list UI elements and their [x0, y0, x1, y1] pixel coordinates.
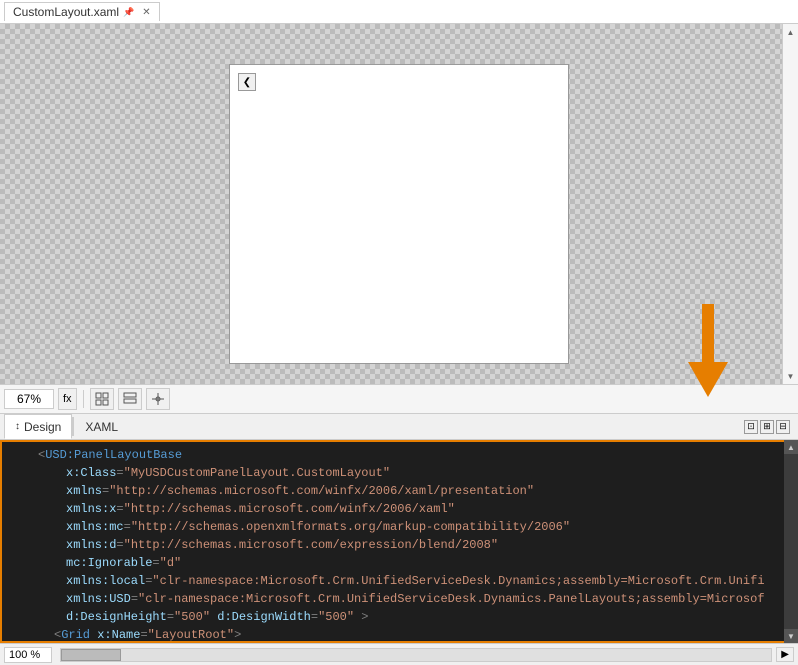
code-line-10: d:DesignHeight="500" d:DesignWidth="500"…: [2, 608, 780, 626]
grid1-icon: [95, 392, 109, 406]
code-scroll-up[interactable]: ▲: [784, 440, 798, 454]
code-scroll-down[interactable]: ▼: [784, 629, 798, 643]
bottom-scroll-right-arrow[interactable]: ▶: [776, 647, 794, 662]
design-area: ❮: [0, 24, 798, 384]
grid2-icon: [123, 392, 137, 406]
line-number: [18, 572, 42, 590]
snap-icon: [151, 392, 165, 406]
arrow-annotation: [688, 304, 728, 397]
grid-view-button-2[interactable]: [118, 388, 142, 410]
code-scrollbar[interactable]: ▲ ▼: [784, 440, 798, 643]
code-panel-wrapper: <USD:PanelLayoutBase x:Class="MyUSDCusto…: [0, 440, 798, 643]
scroll-up-arrow[interactable]: ▲: [785, 26, 797, 38]
design-tab-arrow-icon: ↕: [15, 421, 20, 432]
fx-button[interactable]: fx: [58, 388, 77, 410]
scroll-down-arrow[interactable]: ▼: [785, 370, 797, 382]
code-line-3: xmlns="http://schemas.microsoft.com/winf…: [2, 482, 780, 500]
line-number: [18, 536, 42, 554]
code-line-6: xmlns:d="http://schemas.microsoft.com/ex…: [2, 536, 780, 554]
line-number: [18, 590, 42, 608]
bottom-scroll-thumb[interactable]: [61, 649, 121, 661]
code-panel[interactable]: <USD:PanelLayoutBase x:Class="MyUSDCusto…: [0, 440, 798, 643]
bottom-bar: 100 % ▶: [0, 643, 798, 665]
snap-button[interactable]: [146, 388, 170, 410]
code-line-11: <Grid x:Name="LayoutRoot">: [2, 626, 780, 643]
line-number: [18, 482, 42, 500]
line-number: [6, 626, 30, 643]
tab-pin-icon: 📌: [123, 7, 134, 18]
grid-view-button-1[interactable]: [90, 388, 114, 410]
toolbar-separator-1: [83, 390, 84, 408]
line-number: [18, 500, 42, 518]
toolbar: 67% fx: [0, 384, 798, 414]
view-tabs: ↕ Design XAML ⊡ ⊞ ⊟: [0, 414, 798, 440]
code-line-9: xmlns:USD="clr-namespace:Microsoft.Crm.U…: [2, 590, 780, 608]
line-number: [18, 554, 42, 572]
file-tab[interactable]: CustomLayout.xaml 📌 ✕: [4, 2, 160, 21]
main-container: ❮ ▲ ▼ 67% fx: [0, 24, 798, 665]
design-tab-label: Design: [24, 420, 61, 434]
tab-label: CustomLayout.xaml: [13, 5, 119, 19]
code-line-1: <USD:PanelLayoutBase: [2, 446, 780, 464]
code-line-4: xmlns:x="http://schemas.microsoft.com/wi…: [2, 500, 780, 518]
title-bar: CustomLayout.xaml 📌 ✕: [0, 0, 798, 24]
expand-button-2[interactable]: ⊞: [760, 420, 774, 434]
line-number: [18, 518, 42, 536]
line-number: [6, 446, 30, 464]
canvas-collapse-button[interactable]: ❮: [238, 73, 256, 91]
expand-button-1[interactable]: ⊡: [744, 420, 758, 434]
tab-xaml[interactable]: XAML: [74, 414, 129, 439]
code-line-5: xmlns:mc="http://schemas.openxmlformats.…: [2, 518, 780, 536]
tab-design[interactable]: ↕ Design: [4, 414, 72, 439]
code-line-2: x:Class="MyUSDCustomPanelLayout.CustomLa…: [2, 464, 780, 482]
design-wrapper: ❮ ▲ ▼: [0, 24, 798, 384]
design-scrollbar[interactable]: ▲ ▼: [782, 24, 798, 384]
code-line-8: xmlns:local="clr-namespace:Microsoft.Crm…: [2, 572, 780, 590]
tab-close-icon[interactable]: ✕: [142, 7, 150, 18]
xaml-tab-label: XAML: [85, 420, 118, 434]
bottom-zoom-input[interactable]: 100 %: [4, 647, 52, 663]
canvas-frame: ❮: [229, 64, 569, 364]
code-line-7: mc:Ignorable="d": [2, 554, 780, 572]
expand-button-3[interactable]: ⊟: [776, 420, 790, 434]
zoom-input[interactable]: 67%: [4, 389, 54, 409]
code-scroll-track: [784, 454, 798, 629]
arrow-shaft: [702, 304, 714, 364]
bottom-scrollbar[interactable]: [60, 648, 772, 662]
line-number: [18, 608, 42, 626]
line-number: [18, 464, 42, 482]
